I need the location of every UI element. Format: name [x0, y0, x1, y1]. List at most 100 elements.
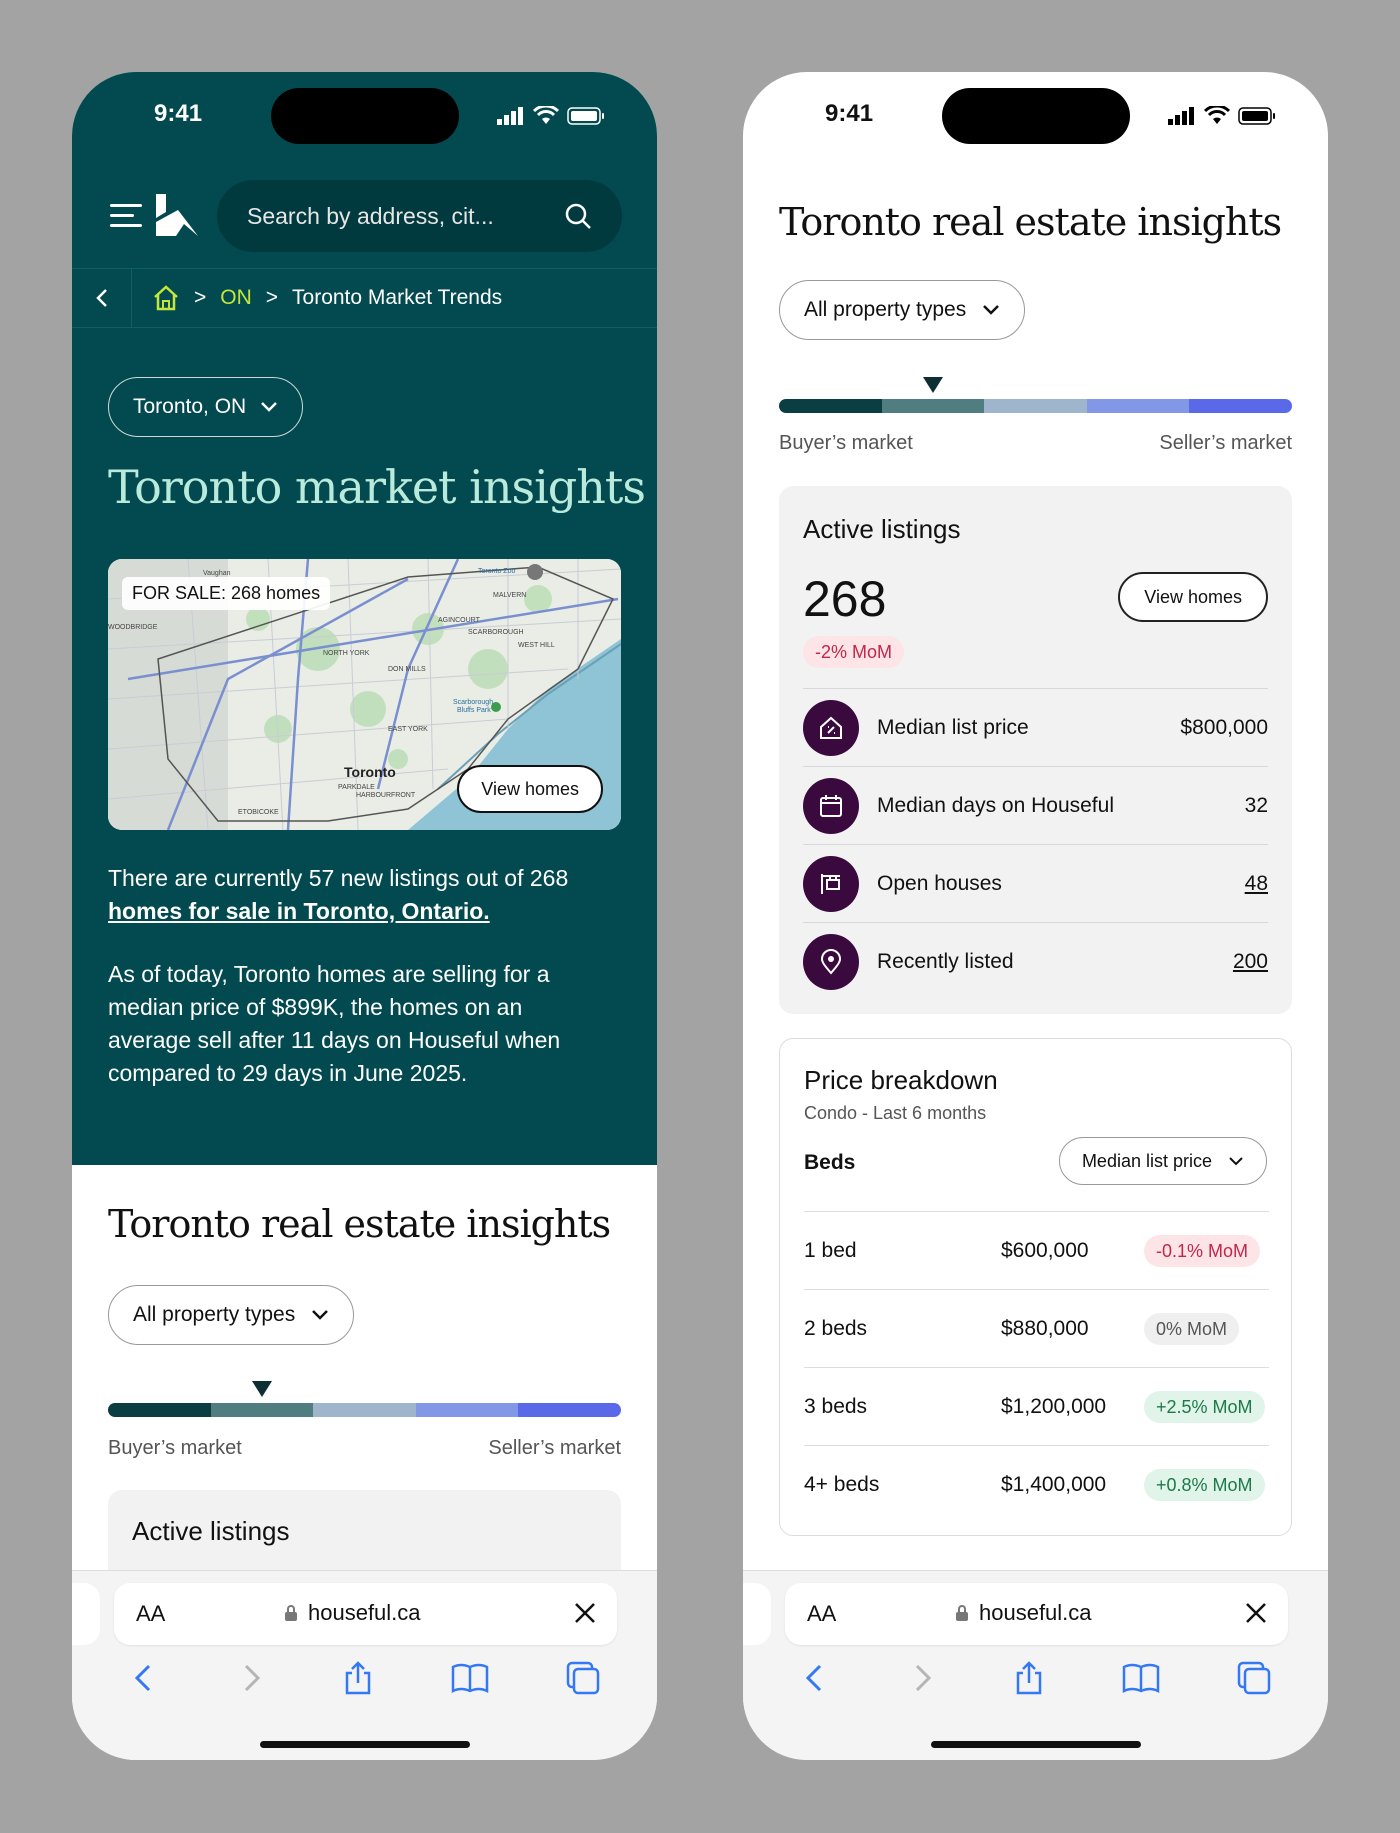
location-label: Toronto, ON: [133, 395, 247, 418]
open-houses-link[interactable]: 48: [1245, 872, 1268, 896]
forward-icon[interactable]: [907, 1661, 937, 1695]
forward-icon[interactable]: [236, 1661, 266, 1695]
stat-label: Recently listed: [877, 949, 1014, 973]
active-listings-card: Active listings 268 -2% MoM View homes M…: [779, 486, 1292, 1014]
stat-row-recently-listed[interactable]: Recently listed 200: [803, 922, 1268, 1000]
dynamic-island: [942, 88, 1130, 144]
market-meter: [779, 377, 1292, 413]
top-navigation: [72, 162, 657, 270]
stat-row-median-days: Median days on Houseful 32: [803, 766, 1268, 844]
market-meter-segment: [518, 1403, 621, 1417]
tabs-icon[interactable]: [1237, 1661, 1271, 1695]
close-icon[interactable]: [1244, 1601, 1268, 1625]
intro-text: There are currently 57 new listings out …: [108, 862, 608, 928]
svg-text:Toronto Zoo: Toronto Zoo: [478, 568, 515, 575]
url-text: houseful.ca: [308, 1600, 421, 1625]
previous-tab-preview[interactable]: [72, 1583, 100, 1645]
property-type-dropdown[interactable]: All property types: [108, 1285, 355, 1345]
price-cell: $1,200,000: [1001, 1395, 1107, 1418]
svg-text:Bluffs Park: Bluffs Park: [457, 707, 491, 714]
tabs-icon[interactable]: [566, 1661, 600, 1695]
address-bar[interactable]: AA houseful.ca: [785, 1583, 1288, 1645]
beds-header: Beds: [804, 1151, 856, 1174]
breadcrumb-separator: >: [194, 286, 207, 309]
location-dropdown[interactable]: Toronto, ON: [108, 377, 304, 437]
url-text: houseful.ca: [979, 1600, 1092, 1625]
price-breakdown-title: Price breakdown: [804, 1065, 998, 1095]
listings-map[interactable]: Vaughan Toronto Zoo MALVERN AGINCOURT SCARB…: [108, 559, 621, 830]
battery-icon: [1238, 107, 1275, 125]
browser-tools: [72, 1661, 657, 1695]
safari-toolbar: AA houseful.ca: [72, 1570, 657, 1760]
market-position-marker: [922, 377, 943, 393]
price-breakdown-card: Price breakdown Condo - Last 6 months Be…: [779, 1038, 1292, 1536]
text-size-button[interactable]: AA: [136, 1601, 165, 1627]
lock-icon: [956, 1605, 968, 1621]
mom-badge: 0% MoM: [1144, 1313, 1240, 1345]
back-icon[interactable]: [129, 1661, 159, 1695]
share-icon[interactable]: [343, 1661, 373, 1695]
hero-section: 9:41 > O: [72, 72, 657, 1165]
share-icon[interactable]: [1014, 1661, 1044, 1695]
close-icon[interactable]: [573, 1601, 597, 1625]
phone-left: 9:41 > O: [72, 72, 657, 1760]
svg-text:Toronto: Toronto: [344, 764, 396, 780]
svg-text:WOODBRIDGE: WOODBRIDGE: [108, 624, 158, 631]
houseful-logo[interactable]: [154, 192, 200, 238]
wifi-icon: [533, 106, 559, 124]
property-type-dropdown[interactable]: All property types: [779, 280, 1026, 340]
home-icon[interactable]: [152, 285, 180, 311]
menu-icon[interactable]: [110, 204, 142, 230]
svg-text:NORTH YORK: NORTH YORK: [323, 650, 370, 657]
beds-cell: 1 bed: [804, 1239, 857, 1262]
view-homes-button[interactable]: View homes: [1118, 572, 1268, 622]
mom-badge: +2.5% MoM: [1144, 1391, 1265, 1423]
price-row-4-plus-beds: 4+ beds $1,400,000 +0.8% MoM: [804, 1445, 1269, 1523]
market-meter-segment: [108, 1403, 211, 1417]
price-row-3-beds: 3 beds $1,200,000 +2.5% MoM: [804, 1367, 1269, 1445]
svg-text:WEST HILL: WEST HILL: [518, 642, 555, 649]
breadcrumb-province[interactable]: ON: [220, 286, 252, 310]
back-button[interactable]: [72, 269, 132, 327]
phone-right: 9:41 Toronto real estate insights All pr…: [743, 72, 1328, 1760]
market-meter-segment: [881, 399, 985, 413]
address-bar[interactable]: AA houseful.ca: [114, 1583, 617, 1645]
svg-text:MALVERN: MALVERN: [493, 592, 526, 599]
signal-icon: [1168, 107, 1194, 125]
search-input[interactable]: [247, 180, 547, 252]
price-row-2-beds: 2 beds $880,000 0% MoM: [804, 1289, 1269, 1367]
dynamic-island: [271, 88, 459, 144]
metric-dropdown[interactable]: Median list price: [1058, 1137, 1267, 1185]
beds-cell: 2 beds: [804, 1317, 868, 1340]
bookmarks-icon[interactable]: [451, 1661, 489, 1695]
recently-listed-link[interactable]: 200: [1233, 950, 1268, 974]
mom-badge: -0.1% MoM: [1144, 1235, 1261, 1267]
svg-text:DON MILLS: DON MILLS: [388, 666, 426, 673]
price-row-1-bed: 1 bed $600,000 -0.1% MoM: [804, 1211, 1269, 1289]
bookmarks-icon[interactable]: [1122, 1661, 1160, 1695]
text-size-button[interactable]: AA: [807, 1601, 836, 1627]
buyers-market-label: Buyer’s market: [779, 432, 913, 454]
market-meter-segment: [210, 1403, 314, 1417]
svg-text:AGINCOURT: AGINCOURT: [438, 617, 481, 624]
market-meter-segment: [779, 399, 882, 413]
svg-text:EAST YORK: EAST YORK: [388, 726, 428, 733]
url-display[interactable]: houseful.ca: [955, 1600, 1092, 1626]
map-view-homes-button[interactable]: View homes: [457, 765, 603, 813]
status-bar: 9:41: [743, 72, 1328, 162]
svg-text:PARKDALE: PARKDALE: [338, 784, 375, 791]
stat-row-open-houses[interactable]: Open houses 48: [803, 844, 1268, 922]
chevron-down-icon: [312, 1310, 329, 1320]
previous-tab-preview[interactable]: [743, 1583, 771, 1645]
search-icon[interactable]: [564, 202, 592, 230]
svg-text:HARBOURFRONT: HARBOURFRONT: [356, 792, 416, 799]
url-display[interactable]: houseful.ca: [284, 1600, 421, 1626]
stat-label: Open houses: [877, 871, 1002, 895]
status-time: 9:41: [154, 100, 203, 127]
homes-for-sale-link[interactable]: homes for sale in Toronto, Ontario.: [108, 898, 490, 924]
back-icon[interactable]: [800, 1661, 830, 1695]
price-cell: $1,400,000: [1001, 1473, 1107, 1496]
home-indicator: [260, 1741, 470, 1748]
search-bar[interactable]: [217, 180, 622, 252]
buyers-market-label: Buyer’s market: [108, 1437, 242, 1459]
